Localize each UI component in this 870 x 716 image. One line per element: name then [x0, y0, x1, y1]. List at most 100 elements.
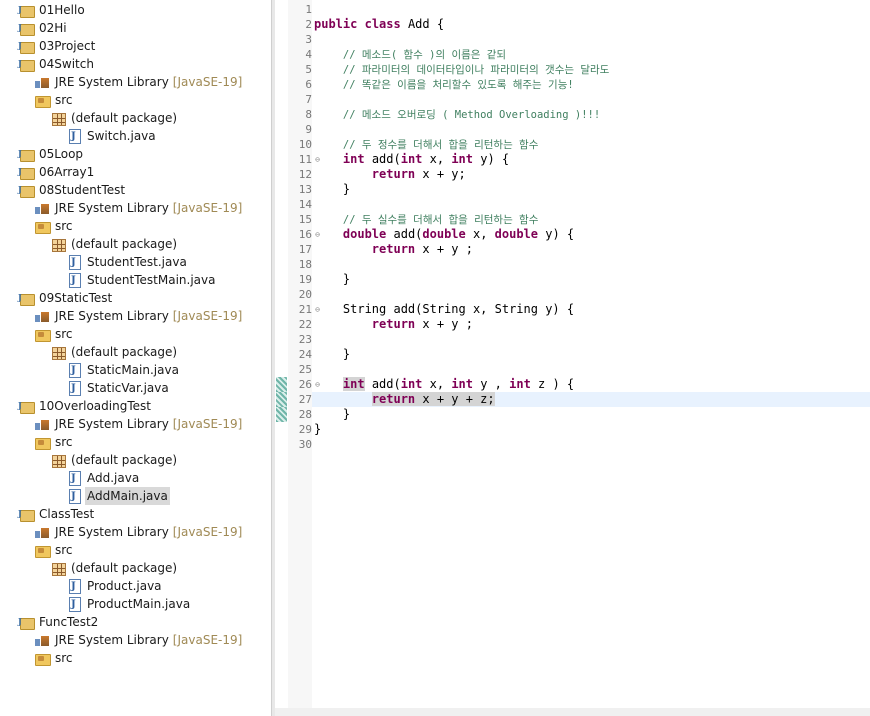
tree-item[interactable]: ClassTest	[0, 504, 271, 523]
chevron-down-icon[interactable]	[22, 217, 34, 235]
tree-item[interactable]: 05Loop	[0, 144, 271, 163]
chevron-right-icon[interactable]	[6, 1, 18, 19]
chevron-down-icon[interactable]	[22, 325, 34, 343]
chevron-down-icon[interactable]	[22, 541, 34, 559]
tree-item[interactable]: ProductMain.java	[0, 595, 271, 614]
java-file-icon	[67, 596, 82, 614]
tree-item[interactable]: src	[0, 91, 271, 109]
chevron-right-icon[interactable]	[54, 127, 66, 145]
chevron-down-icon[interactable]	[38, 343, 50, 361]
tree-item[interactable]: 01Hello	[0, 0, 271, 19]
tree-item[interactable]: 08StudentTest	[0, 180, 271, 199]
code-line[interactable]: // 두 실수를 더해서 합을 리턴하는 함수	[314, 212, 538, 227]
chevron-right-icon[interactable]	[6, 19, 18, 37]
chevron-right-icon[interactable]	[54, 595, 66, 613]
chevron-right-icon[interactable]	[22, 649, 34, 667]
code-line[interactable]: }	[314, 407, 350, 422]
code-line[interactable]: // 메소드( 함수 )의 이름은 같되	[314, 47, 506, 62]
package-icon	[51, 345, 66, 360]
code-line[interactable]: return x + y ;	[314, 317, 473, 332]
tree-item[interactable]: Switch.java	[0, 127, 271, 146]
tree-item[interactable]: JRE System Library [JavaSE-19]	[0, 307, 271, 325]
tree-item[interactable]: AddMain.java	[0, 487, 271, 506]
code-line[interactable]: return x + y ;	[314, 242, 473, 257]
chevron-down-icon[interactable]	[6, 613, 18, 631]
chevron-right-icon[interactable]	[54, 271, 66, 289]
tree-item[interactable]: JRE System Library [JavaSE-19]	[0, 415, 271, 433]
chevron-right-icon[interactable]	[54, 577, 66, 595]
code-line[interactable]: // 두 정수를 더해서 합을 리턴하는 함수	[314, 137, 538, 152]
code-line[interactable]: return x + y + z;	[314, 392, 495, 407]
tree-item[interactable]: src	[0, 217, 271, 235]
chevron-right-icon[interactable]	[6, 145, 18, 163]
tree-item[interactable]: 04Switch	[0, 54, 271, 73]
chevron-down-icon[interactable]	[6, 397, 18, 415]
chevron-down-icon[interactable]	[38, 451, 50, 469]
tree-item[interactable]: JRE System Library [JavaSE-19]	[0, 523, 271, 541]
tree-item[interactable]: (default package)	[0, 451, 271, 469]
chevron-right-icon[interactable]	[22, 415, 34, 433]
code-line[interactable]: return x + y;	[314, 167, 466, 182]
chevron-down-icon[interactable]	[38, 235, 50, 253]
code-line[interactable]: }	[314, 422, 321, 437]
code-line[interactable]: int add(int x, int y , int z ) {	[314, 377, 574, 392]
horizontal-scrollbar[interactable]	[275, 708, 870, 716]
code-line[interactable]: }	[314, 272, 350, 287]
tree-item[interactable]: JRE System Library [JavaSE-19]	[0, 73, 271, 91]
chevron-down-icon[interactable]	[38, 109, 50, 127]
chevron-right-icon[interactable]	[54, 361, 66, 379]
tree-item[interactable]: 09StaticTest	[0, 288, 271, 307]
tree-item[interactable]: FuncTest2	[0, 612, 271, 631]
chevron-right-icon[interactable]	[6, 163, 18, 181]
tree-item[interactable]: 03Project	[0, 36, 271, 55]
chevron-right-icon[interactable]	[54, 469, 66, 487]
chevron-right-icon[interactable]	[22, 631, 34, 649]
tree-item[interactable]: (default package)	[0, 343, 271, 361]
chevron-down-icon[interactable]	[6, 289, 18, 307]
tree-item[interactable]: 06Array1	[0, 162, 271, 181]
chevron-right-icon[interactable]	[6, 37, 18, 55]
code-line[interactable]: int add(int x, int y) {	[314, 152, 509, 167]
tree-item[interactable]: (default package)	[0, 559, 271, 577]
code-line[interactable]: public class Add {	[314, 17, 444, 32]
code-line[interactable]: }	[314, 182, 350, 197]
chevron-down-icon[interactable]	[6, 505, 18, 523]
tree-item[interactable]: src	[0, 325, 271, 343]
tree-item[interactable]: (default package)	[0, 235, 271, 253]
code-line[interactable]: double add(double x, double y) {	[314, 227, 574, 242]
chevron-down-icon[interactable]	[6, 181, 18, 199]
chevron-down-icon[interactable]	[22, 433, 34, 451]
tree-item[interactable]: 10OverloadingTest	[0, 396, 271, 415]
tree-item-text: ClassTest	[39, 507, 95, 521]
code-editor[interactable]: 1 2 3 4 5 6 7 8 9 10 11 ⊖ 12 13 14 15 16 ⊖ 17 18 19 20 21 ⊖ 22 23…	[275, 0, 870, 716]
tree-item[interactable]: StudentTestMain.java	[0, 271, 271, 290]
code-line[interactable]: // 파라미터의 데이터타입이나 파라미터의 갯수는 달라도	[314, 62, 609, 77]
chevron-right-icon[interactable]	[54, 487, 66, 505]
chevron-right-icon[interactable]	[54, 379, 66, 397]
tree-item[interactable]: (default package)	[0, 109, 271, 127]
code-line[interactable]: String add(String x, String y) {	[314, 302, 574, 317]
code-line[interactable]: }	[314, 347, 350, 362]
tree-item[interactable]: JRE System Library [JavaSE-19]	[0, 199, 271, 217]
chevron-right-icon[interactable]	[22, 307, 34, 325]
chevron-down-icon[interactable]	[22, 91, 34, 109]
chevron-right-icon[interactable]	[22, 73, 34, 91]
tree-item[interactable]: StaticVar.java	[0, 379, 271, 398]
tree-item[interactable]: StaticMain.java	[0, 361, 271, 380]
package-explorer[interactable]: 01Hello 02Hi 03Project 04Switch JRE System L…	[0, 0, 271, 716]
tree-item[interactable]: src	[0, 433, 271, 451]
tree-item[interactable]: src	[0, 649, 271, 667]
chevron-right-icon[interactable]	[22, 523, 34, 541]
tree-item[interactable]: src	[0, 541, 271, 559]
chevron-down-icon[interactable]	[38, 559, 50, 577]
chevron-right-icon[interactable]	[54, 253, 66, 271]
tree-item[interactable]: 02Hi	[0, 18, 271, 37]
code-line[interactable]: // 똑같은 이름을 처리할수 있도록 해주는 기능!	[314, 77, 574, 92]
tree-item[interactable]: Add.java	[0, 469, 271, 488]
chevron-down-icon[interactable]	[6, 55, 18, 73]
tree-item[interactable]: StudentTest.java	[0, 253, 271, 272]
tree-item[interactable]: JRE System Library [JavaSE-19]	[0, 631, 271, 649]
tree-item[interactable]: Product.java	[0, 577, 271, 596]
code-line[interactable]: // 메소드 오버로딩 ( Method Overloading )!!!	[314, 107, 600, 122]
chevron-right-icon[interactable]	[22, 199, 34, 217]
